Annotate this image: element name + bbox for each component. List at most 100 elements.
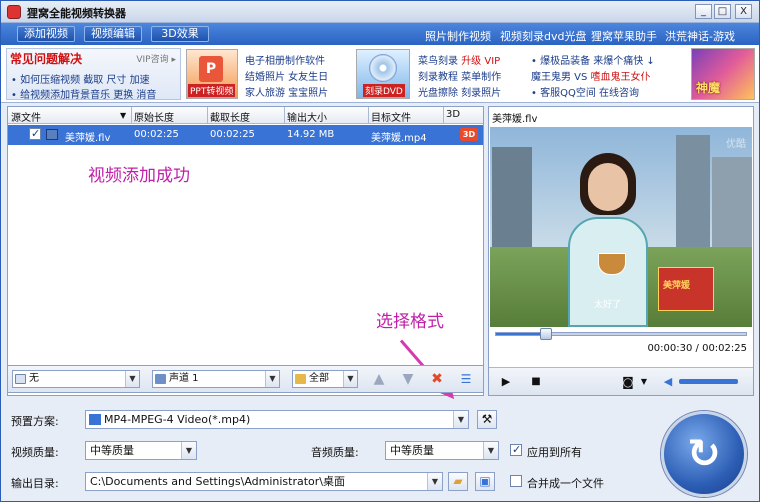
clear-list-icon[interactable]: ☰	[457, 370, 475, 388]
col-divider	[443, 107, 444, 124]
preset-settings-icon[interactable]: ⚒	[477, 410, 497, 429]
minimize-button[interactable]: _	[695, 4, 712, 19]
title-bar: 狸窝全能视频转换器 _ □ X	[1, 1, 759, 23]
link-photo-video[interactable]: 照片制作视频	[425, 28, 491, 44]
chevron-down-icon[interactable]: ▼	[265, 371, 279, 387]
row-checkbox[interactable]	[29, 127, 41, 140]
video-person-face	[588, 163, 628, 211]
video-format-icon	[89, 414, 101, 425]
video-quality-label: 视频质量:	[11, 446, 59, 459]
banner-link-erase[interactable]: 光盘擦除 刻录照片	[418, 84, 501, 99]
film-icon	[46, 129, 58, 140]
video-building	[676, 135, 710, 247]
subtitle-select[interactable]: 无 ▼	[12, 370, 140, 388]
video-frame[interactable]: 美萍媛 优酷 太好了	[490, 127, 752, 327]
faq-link-music[interactable]: • 给视频添加背景音乐 更换 消音	[11, 86, 156, 101]
game-logo-text: 神魔	[696, 81, 721, 95]
col-3d[interactable]: 3D	[446, 109, 460, 120]
banner-link-burn[interactable]: 菜鸟刻录 升级 VIP	[418, 52, 500, 67]
delete-icon[interactable]: ✖	[428, 370, 446, 388]
dvd-promo-image[interactable]: 刻录DVD	[356, 49, 410, 99]
cell-target-file: 美萍媛.mp4	[371, 133, 427, 144]
volume-icon[interactable]: ◀	[659, 373, 677, 391]
banner-link-equip[interactable]: • 爆极品装备 来爆个痛快 ↓	[531, 52, 655, 67]
output-dir-label: 输出目录:	[11, 477, 59, 490]
seek-bar[interactable]	[495, 328, 747, 340]
link-game[interactable]: 洪荒神话-游戏	[665, 28, 735, 44]
tea-cup-image	[598, 253, 626, 275]
browse-folder-icon[interactable]: ▰	[448, 472, 468, 491]
apply-all-label: 应用到所有	[527, 446, 582, 459]
file-list-header: 源文件 ▼ 原始长度 截取长度 输出大小 目标文件 3D	[8, 107, 483, 124]
link-dvd-burn[interactable]: 视频刻录dvd光盘	[500, 28, 586, 44]
window-title: 狸窝全能视频转换器	[27, 7, 126, 20]
apply-all-checkbox[interactable]	[510, 443, 522, 456]
banner-link-tutorial[interactable]: 刻录教程 菜单制作	[418, 68, 501, 83]
col-output-size[interactable]: 输出大小	[287, 109, 327, 124]
maximize-button[interactable]: □	[714, 4, 731, 19]
volume-slider[interactable]	[679, 379, 739, 384]
faq-title: 常见问题解决	[10, 52, 83, 66]
stop-icon[interactable]: ■	[527, 373, 545, 391]
chevron-down-icon[interactable]: ▼	[453, 411, 468, 428]
chevron-down-icon[interactable]: ▼	[483, 442, 498, 459]
audio-quality-value: 中等质量	[390, 444, 434, 457]
banner-link-demon[interactable]: 魔王鬼男 VS 嗜血鬼王女仆	[531, 68, 651, 83]
vip-consult-link[interactable]: VIP咨询 ▸	[136, 52, 176, 65]
col-source[interactable]: 源文件	[11, 109, 41, 124]
faq-box: 常见问题解决 VIP咨询 ▸ • 如何压缩视频 截取 尺寸 加速 • 给视频添加…	[6, 48, 181, 101]
chevron-down-icon[interactable]: ▼	[635, 373, 653, 391]
chevron-down-icon[interactable]: ▼	[181, 442, 196, 459]
video-quality-select[interactable]: 中等质量 ▼	[85, 441, 197, 460]
faq-link-compress[interactable]: • 如何压缩视频 截取 尺寸 加速	[11, 71, 150, 86]
col-target-file[interactable]: 目标文件	[371, 109, 411, 124]
banner-link-service[interactable]: • 客服QQ空间 在线咨询	[531, 84, 639, 99]
cell-original-length: 00:02:25	[134, 129, 179, 140]
player-controls: ▶ ■ ◙ ▼ ◀	[489, 367, 753, 395]
open-folder-icon[interactable]: ▣	[475, 472, 495, 491]
add-video-button[interactable]: 添加视频	[17, 26, 75, 42]
video-subtitle: 太好了	[594, 300, 622, 310]
video-watermark: 优酷	[726, 139, 746, 150]
chevron-down-icon[interactable]: ▼	[427, 473, 442, 490]
banner-link-family[interactable]: 家人旅游 宝宝照片	[245, 84, 328, 99]
banner-link-album[interactable]: 电子相册制作软件	[245, 52, 325, 67]
preset-select[interactable]: MP4-MPEG-4 Video(*.mp4) ▼	[85, 410, 469, 429]
col-original-length[interactable]: 原始长度	[134, 109, 174, 124]
seek-handle[interactable]	[540, 328, 552, 340]
app-window: 狸窝全能视频转换器 _ □ X 添加视频 视频编辑 3D效果 照片制作视频 视频…	[0, 0, 760, 502]
video-building	[712, 157, 752, 247]
close-button[interactable]: X	[735, 4, 752, 19]
play-icon[interactable]: ▶	[497, 373, 515, 391]
effect-3d-button[interactable]: 3D效果	[151, 26, 209, 42]
move-down-icon[interactable]: ▼	[399, 370, 417, 388]
game-promo-image[interactable]: 神魔	[691, 48, 755, 100]
link-apple-helper[interactable]: 狸窝苹果助手	[591, 28, 657, 44]
col-divider	[207, 107, 208, 124]
maid-label: 嗜血鬼王女仆	[590, 72, 651, 83]
effect-3d-icon[interactable]: 3D	[460, 128, 478, 141]
subtitle-value: 无	[29, 373, 39, 384]
output-dir-value: C:\Documents and Settings\Administrator\…	[90, 475, 346, 488]
col-cut-length[interactable]: 截取长度	[210, 109, 250, 124]
output-dir-field[interactable]: C:\Documents and Settings\Administrator\…	[85, 472, 443, 491]
burn-label: 菜鸟刻录	[418, 56, 462, 67]
chevron-down-icon[interactable]: ▼	[343, 371, 357, 387]
move-up-icon[interactable]: ▲	[370, 370, 388, 388]
output-settings: 预置方案: MP4-MPEG-4 Video(*.mp4) ▼ ⚒ 视频质量: …	[1, 401, 759, 501]
sort-arrow-icon[interactable]: ▼	[120, 111, 126, 120]
audio-track-select[interactable]: 声道 1 ▼	[152, 370, 280, 388]
merge-checkbox[interactable]	[510, 475, 522, 487]
ppt-promo-image[interactable]: P PPT转视频	[186, 49, 238, 99]
select-all-dropdown[interactable]: 全部 ▼	[292, 370, 358, 388]
col-divider	[131, 107, 132, 124]
preset-label: 预置方案:	[11, 415, 59, 428]
audio-quality-select[interactable]: 中等质量 ▼	[385, 441, 499, 460]
edit-video-button[interactable]: 视频编辑	[84, 26, 142, 42]
preview-panel: 美萍媛.flv 美萍媛 优酷 太好了 00:00:30 / 00:02:25 ▶…	[488, 106, 754, 396]
table-row[interactable]: 美萍媛.flv 00:02:25 00:02:25 14.92 MB 美萍媛.m…	[8, 125, 483, 145]
convert-button[interactable]: ↻	[661, 411, 747, 497]
chevron-down-icon[interactable]: ▼	[125, 371, 139, 387]
banner-link-wedding[interactable]: 结婚照片 女友生日	[245, 68, 328, 83]
video-building	[492, 147, 532, 247]
